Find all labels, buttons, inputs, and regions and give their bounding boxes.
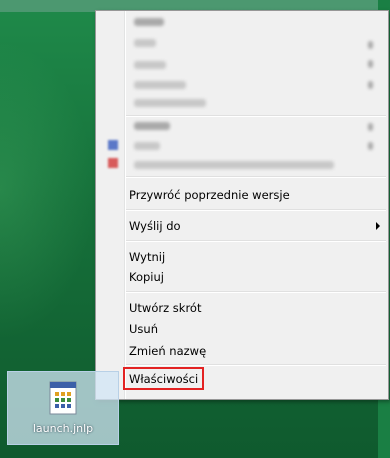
menu-item-label: Kopiuj bbox=[129, 270, 164, 284]
redacted-shortcut bbox=[368, 123, 373, 131]
desktop-file-icon[interactable]: launch.jnlp bbox=[7, 371, 119, 445]
menu-item-cut[interactable]: Wytnij bbox=[118, 247, 165, 267]
menu-item-label: Zmień nazwę bbox=[129, 344, 207, 358]
menu-separator bbox=[126, 291, 386, 293]
jnlp-file-icon bbox=[49, 381, 77, 415]
menu-separator bbox=[126, 240, 386, 242]
redacted-app-icon bbox=[108, 140, 118, 150]
redacted-menu-item[interactable] bbox=[134, 99, 206, 107]
menu-separator bbox=[126, 209, 386, 211]
submenu-arrow-icon bbox=[376, 222, 380, 230]
redacted-menu-item[interactable] bbox=[134, 61, 166, 69]
context-menu: Przywróć poprzednie wersje Wyślij do Wyt… bbox=[95, 10, 389, 400]
menu-item-label: Utwórz skrót bbox=[129, 301, 202, 315]
redacted-menu-item[interactable] bbox=[134, 142, 160, 150]
menu-item-label: Przywróć poprzednie wersje bbox=[129, 188, 290, 202]
menu-item-label: Wyślij do bbox=[129, 219, 181, 233]
redacted-shortcut bbox=[368, 142, 373, 150]
redacted-menu-item[interactable] bbox=[134, 39, 156, 47]
menu-separator bbox=[126, 115, 386, 117]
properties-highlight-box bbox=[123, 367, 204, 390]
redacted-shortcut bbox=[368, 60, 373, 68]
menu-item-label: Wytnij bbox=[129, 250, 166, 264]
redacted-menu-item[interactable] bbox=[134, 122, 170, 130]
redacted-menu-item[interactable] bbox=[134, 18, 164, 26]
menu-item-label: Usuń bbox=[129, 322, 158, 336]
redacted-menu-item[interactable] bbox=[134, 161, 334, 169]
menu-item-rename[interactable]: Zmień nazwę bbox=[118, 341, 206, 361]
desktop-icon-label: launch.jnlp bbox=[32, 422, 94, 435]
redacted-menu-item[interactable] bbox=[134, 81, 186, 89]
menu-item-send-to[interactable]: Wyślij do bbox=[118, 216, 388, 236]
menu-separator bbox=[126, 364, 386, 366]
redacted-shortcut bbox=[368, 81, 373, 89]
menu-item-copy[interactable]: Kopiuj bbox=[118, 267, 164, 287]
menu-separator bbox=[126, 176, 386, 178]
desktop-wallpaper-glow bbox=[0, 40, 95, 340]
redacted-shortcut bbox=[368, 41, 373, 49]
redacted-app-icon bbox=[108, 158, 118, 168]
menu-item-delete[interactable]: Usuń bbox=[118, 319, 158, 339]
menu-item-create-shortcut[interactable]: Utwórz skrót bbox=[118, 298, 201, 318]
menu-item-restore-previous-versions[interactable]: Przywróć poprzednie wersje bbox=[118, 185, 290, 205]
